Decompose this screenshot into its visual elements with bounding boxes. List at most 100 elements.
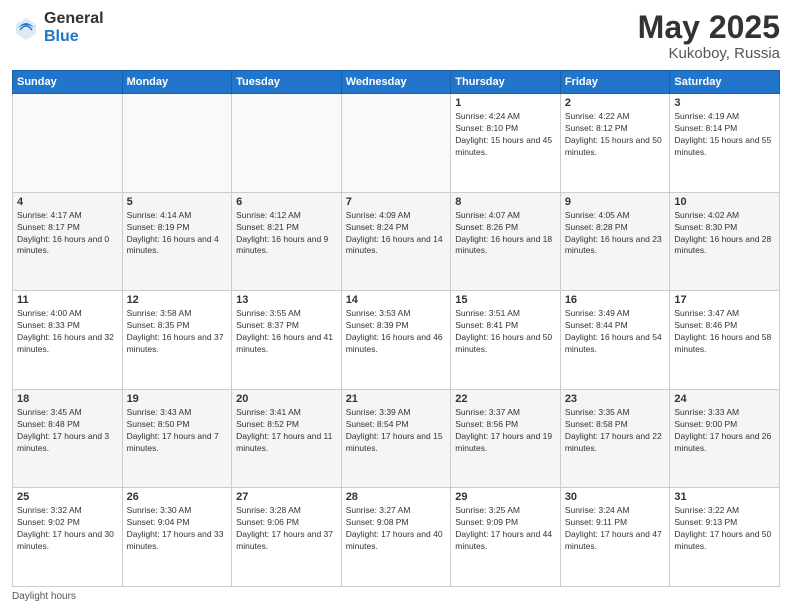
calendar-cell [122, 94, 232, 193]
day-info: Sunrise: 3:49 AMSunset: 8:44 PMDaylight:… [565, 308, 666, 356]
day-info: Sunrise: 4:24 AMSunset: 8:10 PMDaylight:… [455, 111, 556, 159]
day-number: 19 [127, 393, 228, 405]
calendar-cell: 27Sunrise: 3:28 AMSunset: 9:06 PMDayligh… [232, 488, 342, 587]
day-info: Sunrise: 4:17 AMSunset: 8:17 PMDaylight:… [17, 210, 118, 258]
day-number: 28 [346, 491, 447, 503]
calendar-cell: 17 Sunrise: 3:47 AMSunset: 8:46 PMDayligh… [670, 291, 780, 390]
col-wednesday: Wednesday [341, 71, 451, 94]
calendar-cell: 16 Sunrise: 3:49 AMSunset: 8:44 PMDayligh… [560, 291, 670, 390]
footer-note: Daylight hours [12, 591, 780, 602]
calendar-week-3: 11 Sunrise: 4:00 AMSunset: 8:33 PMDayligh… [13, 291, 780, 390]
day-info: Sunrise: 3:58 AMSunset: 8:35 PMDaylight:… [127, 308, 228, 356]
day-info: Sunrise: 3:45 AMSunset: 8:48 PMDaylight:… [17, 407, 118, 455]
day-number: 6 [236, 196, 337, 208]
calendar-cell: 9Sunrise: 4:05 AMSunset: 8:28 PMDaylight… [560, 192, 670, 291]
day-number: 31 [674, 491, 775, 503]
page: General Blue May 2025 Kukoboy, Russia Su… [0, 0, 792, 612]
day-number: 17 [674, 294, 775, 306]
calendar-cell: 21Sunrise: 3:39 AMSunset: 8:54 PMDayligh… [341, 389, 451, 488]
calendar-cell: 2 Sunrise: 4:22 AMSunset: 8:12 PMDaylight… [560, 94, 670, 193]
day-number: 4 [17, 196, 118, 208]
calendar-cell: 29 Sunrise: 3:25 AMSunset: 9:09 PMDayligh… [451, 488, 561, 587]
calendar-cell: 10 Sunrise: 4:02 AMSunset: 8:30 PMDayligh… [670, 192, 780, 291]
day-info: Sunrise: 4:07 AMSunset: 8:26 PMDaylight:… [455, 210, 556, 258]
logo-text: General Blue [44, 10, 104, 45]
day-number: 29 [455, 491, 556, 503]
title-month: May 2025 [638, 10, 780, 45]
logo: General Blue [12, 10, 104, 45]
col-sunday: Sunday [13, 71, 123, 94]
day-number: 11 [17, 294, 118, 306]
day-info: Sunrise: 3:27 AMSunset: 9:08 PMDaylight:… [346, 505, 447, 553]
title-location: Kukoboy, Russia [638, 45, 780, 62]
day-info: Sunrise: 3:41 AMSunset: 8:52 PMDaylight:… [236, 407, 337, 455]
calendar-week-4: 18 Sunrise: 3:45 AMSunset: 8:48 PMDayligh… [13, 389, 780, 488]
day-info: Sunrise: 3:30 AMSunset: 9:04 PMDaylight:… [127, 505, 228, 553]
calendar-cell: 6 Sunrise: 4:12 AMSunset: 8:21 PMDaylight… [232, 192, 342, 291]
header: General Blue May 2025 Kukoboy, Russia [12, 10, 780, 62]
calendar-cell: 22 Sunrise: 3:37 AMSunset: 8:56 PMDayligh… [451, 389, 561, 488]
day-number: 13 [236, 294, 337, 306]
calendar-week-2: 4 Sunrise: 4:17 AMSunset: 8:17 PMDaylight… [13, 192, 780, 291]
calendar-cell: 18 Sunrise: 3:45 AMSunset: 8:48 PMDayligh… [13, 389, 123, 488]
day-info: Sunrise: 3:53 AMSunset: 8:39 PMDaylight:… [346, 308, 447, 356]
logo-general: General [44, 10, 104, 28]
day-number: 20 [236, 393, 337, 405]
day-info: Sunrise: 3:25 AMSunset: 9:09 PMDaylight:… [455, 505, 556, 553]
day-number: 16 [565, 294, 666, 306]
day-info: Sunrise: 4:22 AMSunset: 8:12 PMDaylight:… [565, 111, 666, 159]
calendar-header-row: Sunday Monday Tuesday Wednesday Thursday… [13, 71, 780, 94]
calendar-cell: 12 Sunrise: 3:58 AMSunset: 8:35 PMDayligh… [122, 291, 232, 390]
day-info: Sunrise: 4:00 AMSunset: 8:33 PMDaylight:… [17, 308, 118, 356]
day-info: Sunrise: 3:51 AMSunset: 8:41 PMDaylight:… [455, 308, 556, 356]
day-number: 30 [565, 491, 666, 503]
day-number: 2 [565, 97, 666, 109]
day-info: Sunrise: 3:32 AMSunset: 9:02 PMDaylight:… [17, 505, 118, 553]
calendar-cell [13, 94, 123, 193]
day-number: 12 [127, 294, 228, 306]
calendar-cell: 19 Sunrise: 3:43 AMSunset: 8:50 PMDayligh… [122, 389, 232, 488]
col-tuesday: Tuesday [232, 71, 342, 94]
day-info: Sunrise: 3:47 AMSunset: 8:46 PMDaylight:… [674, 308, 775, 356]
calendar-cell: 1 Sunrise: 4:24 AMSunset: 8:10 PMDaylight… [451, 94, 561, 193]
day-info: Sunrise: 3:43 AMSunset: 8:50 PMDaylight:… [127, 407, 228, 455]
calendar-cell: 13Sunrise: 3:55 AMSunset: 8:37 PMDayligh… [232, 291, 342, 390]
calendar-cell: 7Sunrise: 4:09 AMSunset: 8:24 PMDaylight… [341, 192, 451, 291]
day-number: 22 [455, 393, 556, 405]
calendar-cell: 15Sunrise: 3:51 AMSunset: 8:41 PMDayligh… [451, 291, 561, 390]
day-info: Sunrise: 4:19 AMSunset: 8:14 PMDaylight:… [674, 111, 775, 159]
day-info: Sunrise: 4:05 AMSunset: 8:28 PMDaylight:… [565, 210, 666, 258]
day-info: Sunrise: 3:37 AMSunset: 8:56 PMDaylight:… [455, 407, 556, 455]
day-number: 8 [455, 196, 556, 208]
day-number: 25 [17, 491, 118, 503]
calendar-cell: 24 Sunrise: 3:33 AMSunset: 9:00 PMDayligh… [670, 389, 780, 488]
logo-blue: Blue [44, 28, 104, 46]
calendar-cell: 3Sunrise: 4:19 AMSunset: 8:14 PMDaylight… [670, 94, 780, 193]
calendar-cell: 11 Sunrise: 4:00 AMSunset: 8:33 PMDayligh… [13, 291, 123, 390]
calendar-cell: 25 Sunrise: 3:32 AMSunset: 9:02 PMDayligh… [13, 488, 123, 587]
day-info: Sunrise: 4:02 AMSunset: 8:30 PMDaylight:… [674, 210, 775, 258]
day-number: 7 [346, 196, 447, 208]
col-thursday: Thursday [451, 71, 561, 94]
calendar-cell: 8 Sunrise: 4:07 AMSunset: 8:26 PMDaylight… [451, 192, 561, 291]
day-number: 23 [565, 393, 666, 405]
title-block: May 2025 Kukoboy, Russia [638, 10, 780, 62]
day-info: Sunrise: 3:33 AMSunset: 9:00 PMDaylight:… [674, 407, 775, 455]
calendar-cell: 28 Sunrise: 3:27 AMSunset: 9:08 PMDayligh… [341, 488, 451, 587]
calendar-week-1: 1 Sunrise: 4:24 AMSunset: 8:10 PMDaylight… [13, 94, 780, 193]
day-info: Sunrise: 3:28 AMSunset: 9:06 PMDaylight:… [236, 505, 337, 553]
calendar-cell: 14Sunrise: 3:53 AMSunset: 8:39 PMDayligh… [341, 291, 451, 390]
day-number: 18 [17, 393, 118, 405]
calendar-cell: 30Sunrise: 3:24 AMSunset: 9:11 PMDayligh… [560, 488, 670, 587]
calendar-cell: 4 Sunrise: 4:17 AMSunset: 8:17 PMDaylight… [13, 192, 123, 291]
day-number: 10 [674, 196, 775, 208]
day-info: Sunrise: 3:39 AMSunset: 8:54 PMDaylight:… [346, 407, 447, 455]
calendar-cell: 26Sunrise: 3:30 AMSunset: 9:04 PMDayligh… [122, 488, 232, 587]
day-number: 24 [674, 393, 775, 405]
col-friday: Friday [560, 71, 670, 94]
day-info: Sunrise: 4:12 AMSunset: 8:21 PMDaylight:… [236, 210, 337, 258]
day-info: Sunrise: 3:22 AMSunset: 9:13 PMDaylight:… [674, 505, 775, 553]
day-number: 1 [455, 97, 556, 109]
day-number: 5 [127, 196, 228, 208]
logo-icon [12, 14, 40, 42]
